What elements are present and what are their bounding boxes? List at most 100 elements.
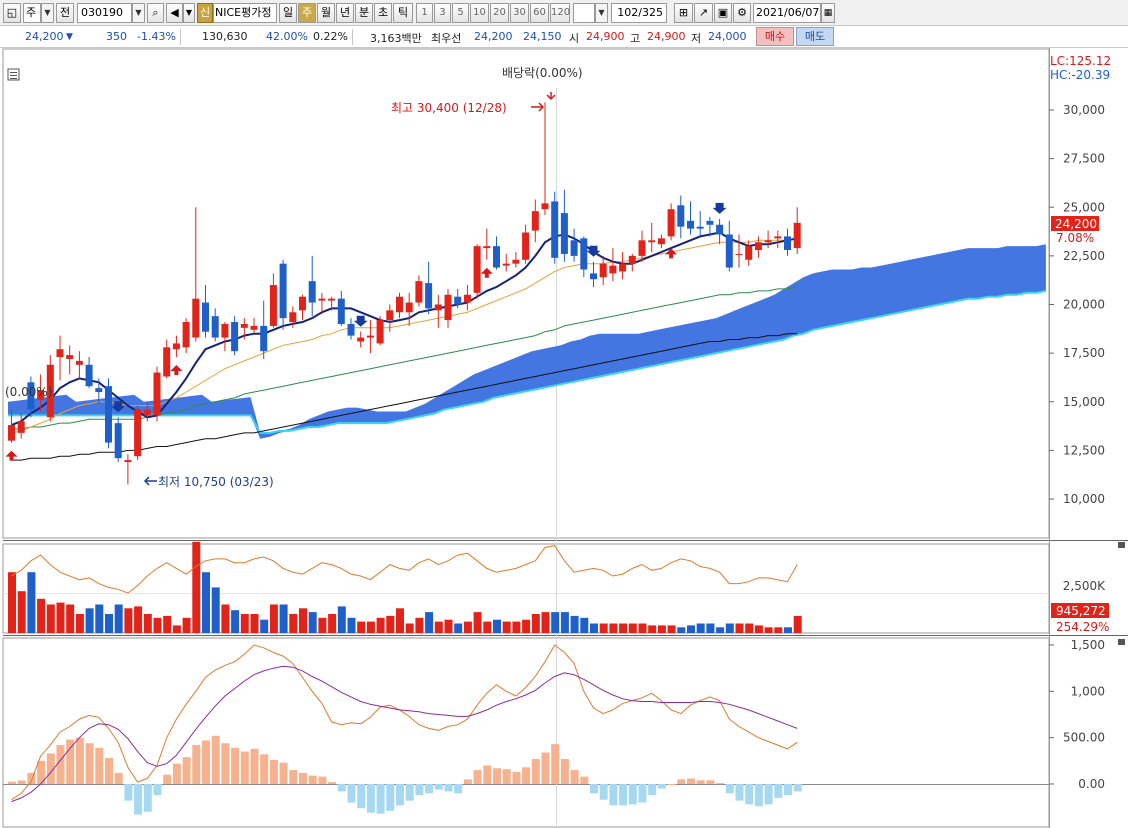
macd-histogram-bar: [522, 767, 531, 784]
period-day[interactable]: 일: [279, 3, 297, 23]
calendar-icon[interactable]: ▦: [821, 3, 835, 23]
macd-histogram-bar: [696, 780, 705, 784]
date-input[interactable]: 2021/06/07: [753, 3, 821, 23]
volume-bar: [463, 621, 472, 633]
candle-body: [8, 425, 15, 441]
volume-bar: [784, 627, 792, 633]
macd-histogram-bar: [667, 784, 676, 785]
volume-bar: [638, 623, 647, 633]
interval-60[interactable]: 60: [530, 3, 549, 23]
macd-histogram-bar: [551, 744, 560, 784]
volume-bar: [202, 572, 210, 633]
save-icon[interactable]: ▣: [714, 3, 732, 23]
price-tick-label: 10,000: [1063, 492, 1105, 506]
custom-interval-input[interactable]: [573, 3, 595, 23]
speaker-dropdown-icon[interactable]: ▼: [183, 3, 195, 23]
candle: [473, 244, 481, 299]
candle-body: [386, 310, 394, 321]
volume-bar: [289, 614, 298, 633]
zoom-icon[interactable]: ⊞: [674, 3, 693, 23]
macd-histogram-bar: [793, 784, 802, 792]
period-minute[interactable]: 분: [355, 3, 373, 23]
current-price: 24,200: [25, 30, 64, 43]
macd-histogram-bar: [172, 763, 181, 784]
candle-body: [687, 220, 694, 229]
stock-code-input[interactable]: 030190: [77, 3, 132, 23]
current-pct-label: 7.08%: [1056, 231, 1094, 245]
macd-histogram-bar: [628, 784, 637, 805]
volume-bar: [687, 625, 695, 633]
speaker-icon[interactable]: ◀: [166, 3, 183, 23]
macd-histogram-bar: [716, 783, 725, 785]
chart-options-icon[interactable]: [7, 68, 20, 81]
volume-bar: [551, 612, 560, 633]
window-menu-icon[interactable]: ◱: [3, 3, 21, 23]
volume-bar: [260, 619, 269, 633]
candle-body: [463, 294, 471, 303]
macd-histogram-bar: [105, 758, 113, 784]
volume-bar: [512, 621, 521, 633]
search-icon[interactable]: ⌕: [147, 3, 164, 23]
new-badge: 신: [197, 3, 213, 23]
macd-histogram-bar: [153, 784, 162, 796]
macd-histogram-bar: [754, 784, 763, 807]
prev-button[interactable]: 전: [56, 3, 74, 23]
market-select[interactable]: 주: [23, 3, 41, 23]
volume-bar: [677, 627, 686, 633]
candle-body: [444, 294, 452, 321]
period-tick[interactable]: 틱: [393, 3, 413, 23]
candle-body: [434, 304, 442, 311]
candle-body: [231, 322, 239, 352]
stock-chart[interactable]: 30,000 27,500 25,000 22,500 20,000 17,500 15,0…: [0, 48, 1128, 828]
candle-body: [580, 238, 588, 270]
macd-histogram-bar: [764, 784, 773, 805]
macd-histogram-bar: [580, 776, 589, 784]
interval-5[interactable]: 5: [452, 3, 469, 23]
interval-120[interactable]: 120: [550, 3, 570, 23]
stock-name-display: NICE평가정: [213, 3, 277, 23]
macd-histogram-bar: [405, 784, 414, 801]
macd-histogram-bar: [463, 779, 472, 784]
candle-body: [764, 240, 772, 243]
gear-icon[interactable]: ⚙: [733, 3, 751, 23]
hc-label: HC:-20.39: [1050, 68, 1110, 82]
buy-button[interactable]: 매수: [756, 27, 794, 46]
period-year[interactable]: 년: [336, 3, 354, 23]
best-bid: 24,150: [523, 30, 562, 43]
volume-bar: [105, 614, 113, 633]
interval-3[interactable]: 3: [434, 3, 451, 23]
macd-histogram-bar: [599, 784, 608, 800]
candle-body: [493, 246, 500, 268]
candle-body: [541, 203, 549, 210]
macd-histogram-bar: [425, 784, 434, 794]
candle: [105, 378, 112, 449]
macd-histogram-bar: [560, 758, 569, 784]
period-month[interactable]: 월: [317, 3, 335, 23]
chart-area[interactable]: 30,000 27,500 25,000 22,500 20,000 17,500 15,0…: [0, 48, 1128, 828]
volume-bar: [696, 623, 705, 633]
interval-1[interactable]: 1: [416, 3, 433, 23]
interval-10[interactable]: 10: [470, 3, 489, 23]
candle-body: [793, 222, 801, 249]
period-week[interactable]: 주: [298, 3, 316, 23]
panel-close-icon[interactable]: [1118, 639, 1125, 645]
custom-interval-dropdown-icon[interactable]: ▼: [595, 3, 608, 23]
candle-body: [648, 240, 656, 243]
candle-body: [85, 364, 93, 387]
interval-30[interactable]: 30: [510, 3, 529, 23]
draw-tool-icon[interactable]: ↗: [694, 3, 713, 23]
stock-code-dropdown-icon[interactable]: ▼: [132, 3, 145, 23]
market-dropdown-icon[interactable]: ▼: [41, 3, 54, 23]
interval-20[interactable]: 20: [490, 3, 509, 23]
volume-bar: [590, 623, 598, 633]
volume-bar: [657, 625, 666, 633]
macd-histogram-bar: [299, 772, 307, 784]
macd-histogram-bar: [231, 747, 240, 784]
candle-body: [667, 209, 675, 237]
period-second[interactable]: 초: [374, 3, 392, 23]
candle-body: [289, 312, 297, 323]
sell-button[interactable]: 매도: [796, 27, 834, 46]
panel-close-icon[interactable]: [1118, 542, 1125, 548]
macd-tick-label: 0.00: [1078, 777, 1105, 791]
volume-bar: [444, 619, 453, 633]
